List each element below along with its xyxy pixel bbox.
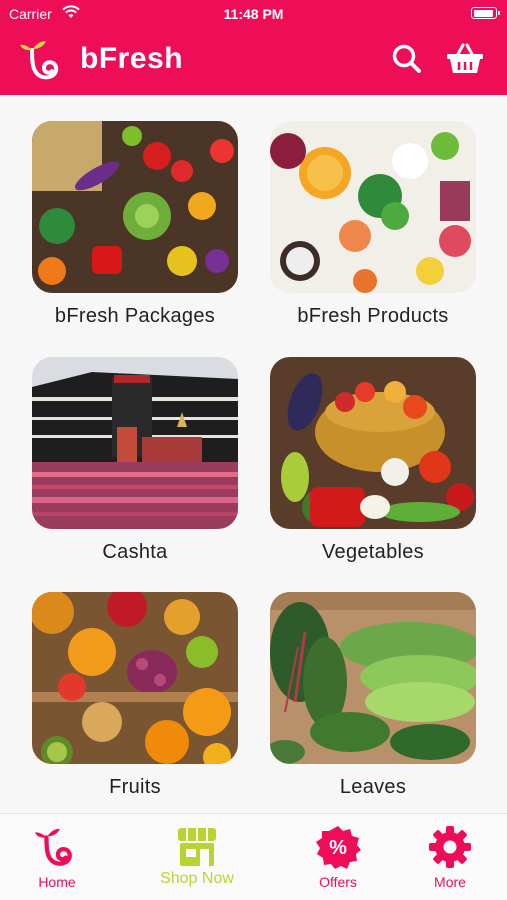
basket-icon: [447, 43, 483, 73]
tab-home[interactable]: Home: [7, 824, 107, 890]
tab-label: Shop Now: [160, 870, 234, 887]
category-grid: bFresh Packages bFresh Products Cashta V…: [0, 95, 507, 813]
category-label: Fruits: [109, 776, 161, 798]
svg-text:%: %: [329, 837, 347, 859]
home-logo-icon: [34, 828, 72, 866]
search-icon: [392, 44, 421, 73]
fruits-image: [32, 592, 238, 764]
battery-icon: [471, 7, 500, 19]
tab-label: Offers: [319, 874, 357, 890]
status-bar: Carrier 11:48 PM: [0, 0, 507, 28]
percent-badge-icon: %: [316, 826, 361, 869]
category-card-fruits[interactable]: Fruits: [32, 592, 238, 799]
category-label: Cashta: [102, 541, 168, 563]
category-label: Leaves: [339, 776, 407, 798]
clock: 11:48 PM: [223, 6, 284, 22]
tab-label: More: [434, 874, 466, 890]
category-card-leaves[interactable]: Leaves: [270, 592, 476, 799]
category-label: bFresh Products: [297, 305, 449, 327]
bfresh-products-image: [270, 121, 476, 293]
gear-icon: [429, 826, 471, 868]
tab-more[interactable]: More: [400, 824, 500, 890]
bfresh-packages-image: [32, 121, 238, 293]
category-label: Vegetables: [322, 541, 424, 563]
tab-label: Home: [38, 874, 76, 890]
tab-bar: Home Shop Now % Offers More: [0, 813, 507, 900]
basket-button[interactable]: [445, 42, 485, 76]
category-card-bfresh-products[interactable]: bFresh Products: [270, 121, 476, 328]
tab-shop-now[interactable]: Shop Now: [147, 824, 247, 888]
tab-offers[interactable]: % Offers: [288, 824, 388, 890]
category-card-bfresh-packages[interactable]: bFresh Packages: [32, 121, 238, 328]
vegetables-image: [270, 357, 476, 529]
cashta-image: [32, 357, 238, 529]
category-card-cashta[interactable]: Cashta: [32, 357, 238, 564]
category-card-vegetables[interactable]: Vegetables: [270, 357, 476, 564]
brand-name: bFresh: [80, 42, 184, 75]
app-header: Carrier 11:48 PM bFresh: [0, 0, 507, 95]
search-button[interactable]: [390, 42, 424, 76]
logo-icon: [20, 41, 59, 80]
leaves-image: [270, 592, 476, 764]
shop-icon: [178, 828, 216, 866]
category-label: bFresh Packages: [54, 305, 216, 327]
